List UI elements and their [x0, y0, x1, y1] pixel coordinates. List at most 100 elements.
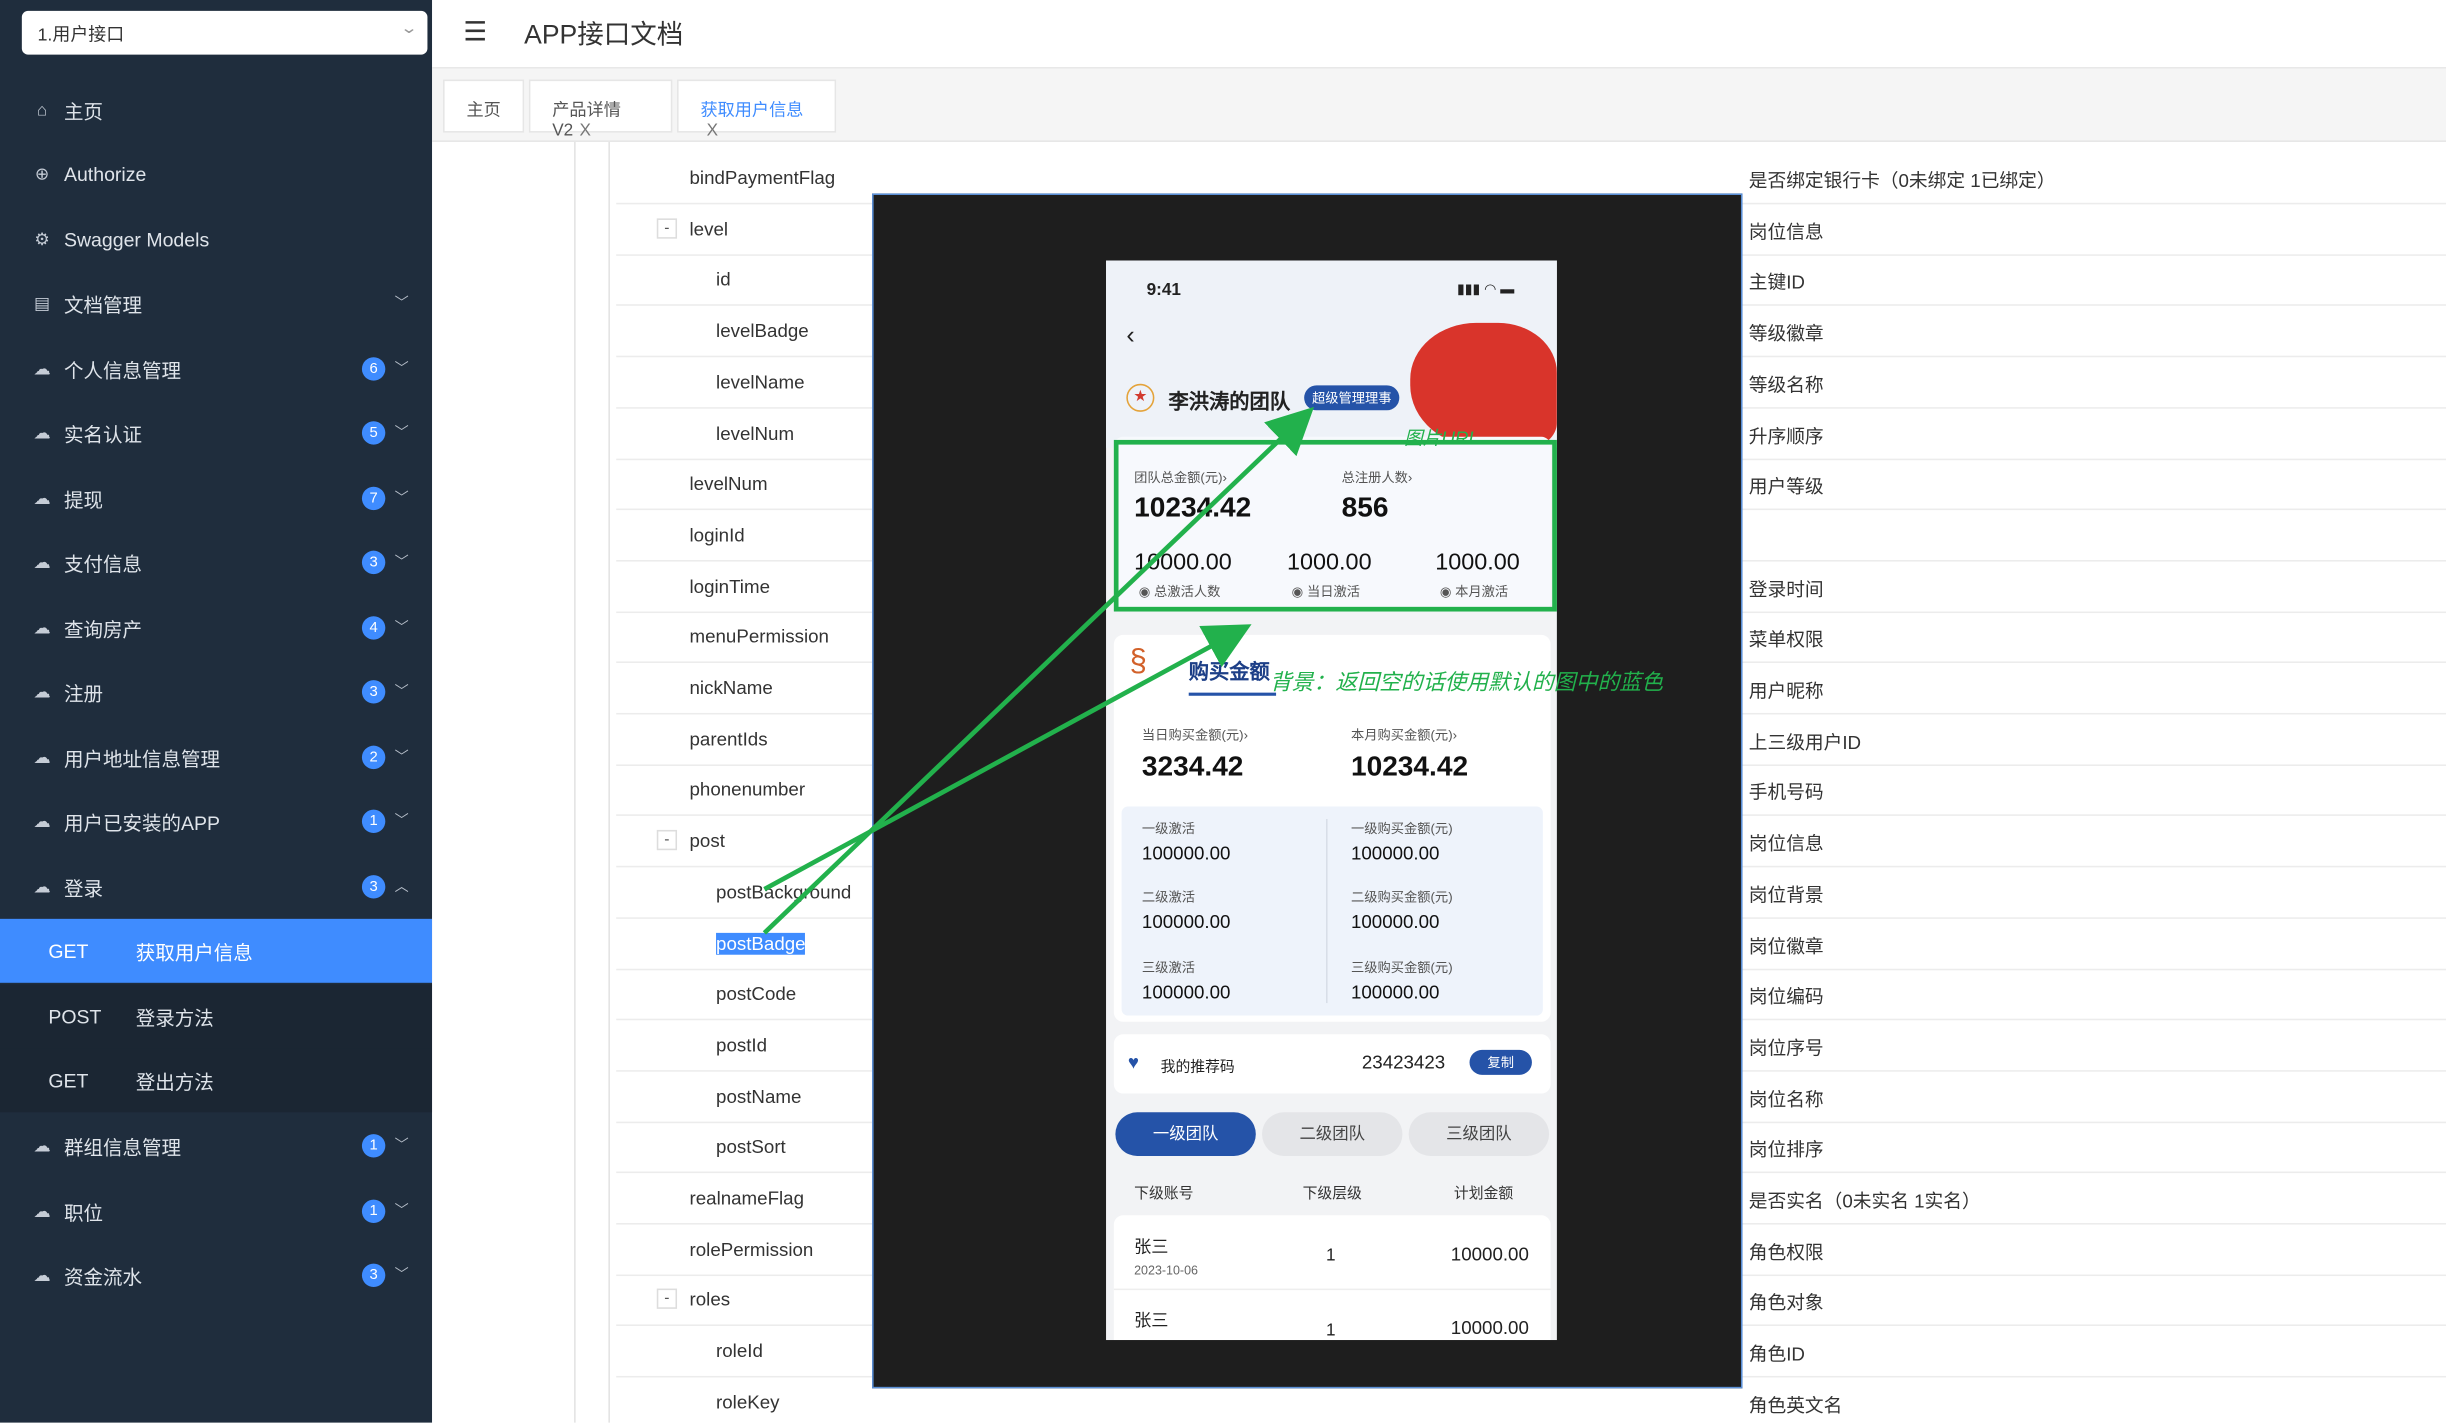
member-level: 1: [1326, 1321, 1336, 1341]
param-name: levelName: [716, 370, 805, 393]
close-icon[interactable]: X: [579, 122, 590, 141]
sidebar-item[interactable]: ☁ 资金流水 3 ﹀: [0, 1243, 432, 1307]
sidebar-item[interactable]: ☁ 注册 3 ﹀: [0, 660, 432, 724]
document-icon: ▤: [34, 294, 51, 314]
sidebar-item[interactable]: ☁ 用户已安装的APP 1 ﹀: [0, 789, 432, 853]
expand-toggle[interactable]: -: [656, 830, 678, 851]
tab-label: 获取用户信息: [700, 101, 804, 121]
member-name: 张三: [1134, 1238, 1169, 1258]
sidebar-item[interactable]: ☁ 支付信息 3 ﹀: [0, 530, 432, 594]
param-desc: 岗位背景: [1748, 884, 1824, 907]
back-icon[interactable]: ‹: [1126, 323, 1134, 351]
cloud-icon: ☁: [33, 683, 51, 702]
member-amount: 10000.00: [1450, 1316, 1529, 1339]
param-desc: 岗位徽章: [1748, 935, 1824, 958]
count-badge: 3: [361, 875, 386, 899]
param-desc: 上三级用户ID: [1748, 731, 1862, 753]
param-desc: 岗位名称: [1748, 1088, 1824, 1111]
sidebar-item[interactable]: ☁ 用户地址信息管理 2 ﹀: [0, 725, 432, 789]
count-badge: 2: [361, 745, 386, 770]
sidebar-item[interactable]: ⊕ Authorize: [0, 142, 432, 206]
param-name: postCode: [716, 983, 797, 1005]
tab-level-2[interactable]: 二级团队: [1262, 1112, 1403, 1156]
team-name: 李洪涛的团队: [1168, 390, 1291, 414]
sidebar-subitem-label: 登录方法: [135, 1007, 214, 1030]
cloud-icon: ☁: [33, 748, 51, 768]
chevron-down-icon: ﹀: [394, 1266, 409, 1283]
sidebar-item[interactable]: ▤ 文档管理 ﹀: [0, 271, 432, 335]
divider: [574, 141, 576, 1423]
tab-get-user-info[interactable]: 获取用户信息X: [677, 79, 837, 140]
today-buy-label[interactable]: 当日购买金额(元)›: [1142, 725, 1248, 744]
count-badge: 1: [361, 1134, 386, 1158]
referral-card: ♥ 我的推荐码 23423423 复制: [1113, 1034, 1551, 1094]
close-icon[interactable]: X: [707, 122, 718, 141]
today-buy: 3234.42: [1141, 750, 1244, 782]
expand-toggle[interactable]: -: [656, 217, 678, 239]
sidebar-item[interactable]: ☁ 登录 3 ︿: [0, 855, 432, 919]
tab-level-3[interactable]: 三级团队: [1408, 1112, 1550, 1156]
param-name: levelNum: [689, 472, 768, 495]
param-desc: 是否绑定银行卡（0未绑定 1已绑定）: [1748, 170, 2056, 192]
sidebar-subitem[interactable]: GET 获取用户信息: [0, 918, 433, 983]
cloud-icon: ☁: [33, 489, 51, 509]
param-name: phonenumber: [689, 779, 806, 801]
column-header: 下级账号: [1134, 1185, 1194, 1203]
tab-home[interactable]: 主页: [443, 79, 525, 133]
sidebar-subitem[interactable]: GET 登出方法: [0, 1048, 433, 1113]
cloud-icon: ☁: [33, 1202, 51, 1222]
sidebar-item[interactable]: ⌂ 主页: [0, 78, 432, 142]
cloud-icon: ☁: [33, 1266, 51, 1286]
page-title: APP接口文档: [524, 20, 684, 50]
param-desc: 岗位信息: [1748, 833, 1824, 856]
member-date: 2023-10-06: [1134, 1263, 1198, 1278]
copy-button[interactable]: 复制: [1469, 1049, 1532, 1075]
sidebar: 1.用户接口 ⌄ ⌂ 主页 ⊕ Authorize ⚙ Swagger Models ▤ 文档…: [0, 0, 433, 1423]
hero-banner: 9:41 ▮▮▮ ◠ ▬ ‹ ★ 李洪涛的团队 超级管理理事: [1106, 260, 1557, 448]
sidebar-item[interactable]: ☁ 职位 1 ﹀: [0, 1179, 432, 1243]
tab-level-1[interactable]: 一级团队: [1115, 1112, 1256, 1156]
tab-label: 主页: [466, 101, 501, 121]
grid-label: 二级购买金额(元): [1350, 889, 1453, 905]
divider: [1326, 819, 1328, 1004]
month-buy: 10234.42: [1350, 750, 1469, 782]
param-name: level: [689, 217, 729, 240]
sidebar-item[interactable]: ☁ 提现 7 ﹀: [0, 466, 432, 530]
param-name: id: [716, 268, 731, 291]
annotation-img-url: 图片URL: [1404, 427, 1479, 450]
api-group-select-value: 1.用户接口: [37, 26, 125, 46]
role-chip: 超级管理理事: [1304, 385, 1400, 411]
home-icon: ⌂: [36, 100, 48, 120]
cloud-icon: ☁: [33, 812, 51, 832]
menu-toggle-icon[interactable]: ☰: [463, 17, 487, 48]
chevron-down-icon: ﹀: [394, 619, 409, 635]
member-name: 张三: [1134, 1311, 1169, 1331]
grid-value: 100000.00: [1350, 911, 1440, 933]
sidebar-item[interactable]: ☁ 查询房产 4 ﹀: [0, 596, 432, 660]
api-group-select[interactable]: 1.用户接口 ⌄: [21, 10, 428, 55]
grid-value: 100000.00: [1350, 981, 1440, 1004]
param-name: realnameFlag: [689, 1187, 804, 1209]
gear-icon: ⚙: [34, 230, 50, 250]
divider: [608, 141, 610, 1423]
chevron-down-icon: ﹀: [394, 553, 409, 570]
param-name: postBadge: [716, 932, 806, 954]
sidebar-item[interactable]: ☁ 实名认证 5 ﹀: [0, 401, 432, 465]
list-item[interactable]: 张三 1 10000.00: [1114, 1290, 1551, 1340]
param-name: postName: [716, 1085, 802, 1107]
list-item[interactable]: 张三 2023-10-06 1 10000.00: [1113, 1215, 1551, 1291]
grid-label: 二级激活: [1141, 889, 1195, 905]
param-name: menuPermission: [689, 626, 829, 648]
tab-product-detail[interactable]: 产品详情V2 X: [528, 79, 673, 140]
month-buy-label[interactable]: 本月购买金额(元)›: [1351, 725, 1457, 744]
sidebar-item[interactable]: ☁ 群组信息管理 1 ﹀: [0, 1114, 432, 1178]
param-name: levelNum: [716, 421, 795, 444]
sidebar-subitem[interactable]: POST 登录方法: [0, 984, 433, 1049]
sidebar-item[interactable]: ☁ 个人信息管理 6 ﹀: [0, 337, 432, 401]
chevron-down-icon: ﹀: [394, 294, 409, 311]
grid-label: 三级激活: [1141, 959, 1195, 975]
sidebar-item[interactable]: ⚙ Swagger Models: [0, 207, 432, 271]
grid-label: 一级购买金额(元): [1350, 820, 1453, 837]
expand-toggle[interactable]: -: [656, 1289, 678, 1310]
highlight-box: [1113, 439, 1557, 612]
